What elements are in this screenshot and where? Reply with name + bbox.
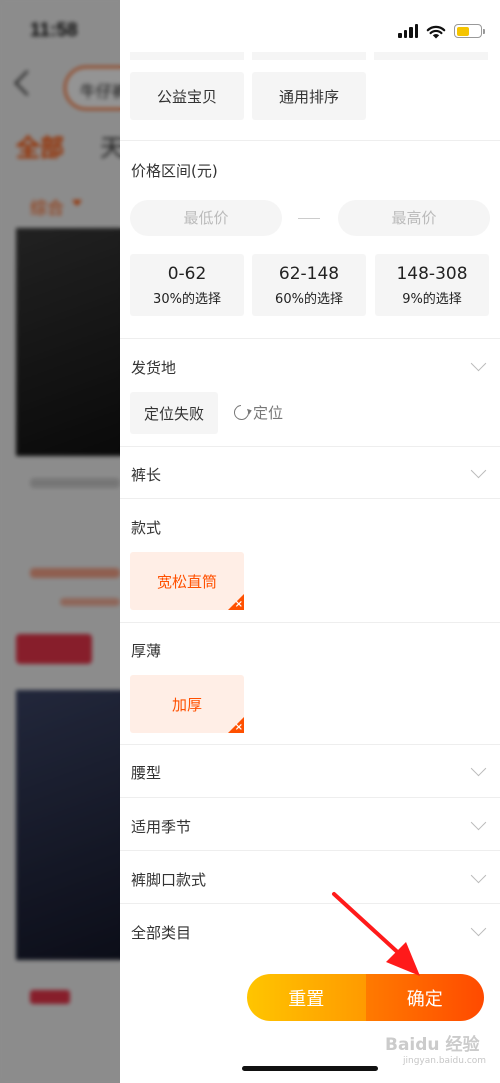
thickness-title: 厚薄 xyxy=(131,642,162,660)
reset-button[interactable]: 重置 xyxy=(247,974,366,1021)
style-chip-loose-straight[interactable]: 宽松直筒 × xyxy=(130,552,244,610)
ship-from-title: 发货地 xyxy=(131,359,177,377)
divider xyxy=(120,140,500,141)
divider xyxy=(120,903,500,904)
chevron-down-icon[interactable] xyxy=(470,867,487,884)
confirm-button[interactable]: 确定 xyxy=(365,974,484,1021)
hem-style-title[interactable]: 裤脚口款式 xyxy=(131,869,206,890)
price-range-percent: 30%的选择 xyxy=(153,291,221,307)
thickness-chip-thick[interactable]: 加厚 × xyxy=(130,675,244,733)
price-range-label: 148-308 xyxy=(396,263,468,284)
price-separator xyxy=(298,218,320,219)
status-indicators xyxy=(398,22,485,40)
wifi-icon xyxy=(426,25,446,39)
price-range-label: 62-148 xyxy=(278,263,340,284)
home-indicator[interactable] xyxy=(242,1066,378,1071)
chip-partial xyxy=(374,52,488,60)
watermark-url: jingyan.baidu.com xyxy=(403,1056,487,1066)
close-icon[interactable]: × xyxy=(235,599,243,611)
chevron-down-icon[interactable] xyxy=(470,355,487,372)
divider xyxy=(120,850,500,851)
price-range-chip[interactable]: 62-148 60%的选择 xyxy=(252,254,366,316)
price-range-chip[interactable]: 0-62 30%的选择 xyxy=(130,254,244,316)
cellular-signal-icon xyxy=(398,24,418,38)
divider xyxy=(120,744,500,745)
filter-panel: 公益宝贝 通用排序 价格区间(元) 0-62 30%的选择 62-148 60%… xyxy=(120,0,500,1083)
close-icon[interactable]: × xyxy=(235,722,243,734)
divider xyxy=(120,446,500,447)
price-range-percent: 9%的选择 xyxy=(402,291,462,307)
style-chip-label: 宽松直筒 xyxy=(156,572,217,591)
divider xyxy=(120,797,500,798)
chip-partial xyxy=(252,52,366,60)
style-title: 款式 xyxy=(131,519,162,537)
divider xyxy=(120,338,500,339)
min-price-input[interactable] xyxy=(130,200,282,236)
divider xyxy=(120,622,500,623)
chip-charity-item[interactable]: 公益宝贝 xyxy=(130,72,244,120)
location-failed-chip[interactable]: 定位失败 xyxy=(130,392,218,434)
price-range-title: 价格区间(元) xyxy=(131,162,218,180)
refresh-icon xyxy=(230,401,253,424)
max-price-input[interactable] xyxy=(338,200,490,236)
filter-actions: 重置 确定 xyxy=(247,974,484,1021)
chevron-down-icon[interactable] xyxy=(470,462,487,479)
divider xyxy=(120,498,500,499)
all-categories-title[interactable]: 全部类目 xyxy=(131,922,191,943)
baidu-jingyan-watermark: Baidu 经验 jingyan.baidu.com xyxy=(385,1030,486,1066)
locate-label: 定位 xyxy=(253,404,284,422)
chip-partial xyxy=(130,52,244,60)
price-range-chip[interactable]: 148-308 9%的选择 xyxy=(375,254,489,316)
season-title[interactable]: 适用季节 xyxy=(131,816,191,837)
chevron-down-icon[interactable] xyxy=(470,760,487,777)
watermark-text: Baidu 经验 xyxy=(385,1035,480,1055)
thickness-chip-label: 加厚 xyxy=(171,695,202,714)
chevron-down-icon[interactable] xyxy=(470,920,487,937)
chip-general-sort[interactable]: 通用排序 xyxy=(252,72,366,120)
chevron-down-icon[interactable] xyxy=(470,814,487,831)
battery-icon xyxy=(454,24,485,38)
price-range-percent: 60%的选择 xyxy=(275,291,343,307)
price-range-label: 0-62 xyxy=(167,263,207,284)
waist-title[interactable]: 腰型 xyxy=(131,762,161,783)
locate-button[interactable]: 定位 xyxy=(230,401,284,424)
pant-length-title[interactable]: 裤长 xyxy=(131,464,161,485)
